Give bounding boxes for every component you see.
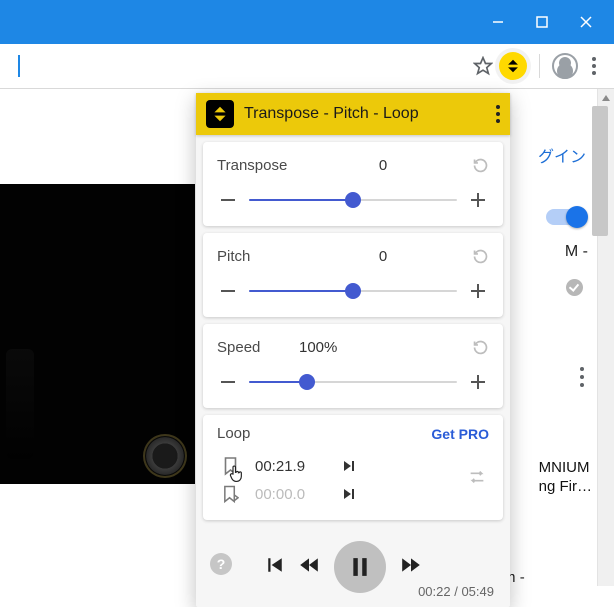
- get-pro-link[interactable]: Get PRO: [431, 426, 489, 442]
- popup-menu-icon[interactable]: [496, 105, 500, 123]
- pitch-increase-button[interactable]: [467, 281, 489, 301]
- help-button[interactable]: ?: [210, 553, 232, 575]
- pitch-reset-button[interactable]: [471, 248, 489, 265]
- page-scrollbar[interactable]: [597, 89, 614, 586]
- pitch-value: 0: [295, 248, 471, 265]
- recommendation-title[interactable]: MNIUM ng Fir…: [539, 459, 592, 497]
- play-pause-button[interactable]: [334, 541, 386, 593]
- recommendation-text-fragment: M -: [565, 243, 588, 261]
- loop-start-time[interactable]: 00:21.9: [255, 458, 327, 475]
- window-maximize-button[interactable]: [520, 0, 564, 44]
- loop-label: Loop: [217, 425, 250, 442]
- speed-panel: Speed 100%: [203, 324, 503, 408]
- verified-badge-icon: [566, 279, 583, 296]
- fast-forward-button[interactable]: [400, 556, 422, 579]
- transport-bar: ? 00:22 / 05:49: [196, 527, 510, 607]
- speed-increase-button[interactable]: [467, 372, 489, 392]
- transpose-extension-icon[interactable]: [499, 52, 527, 80]
- speed-slider[interactable]: [249, 372, 457, 392]
- loop-end-time[interactable]: 00:00.0: [255, 486, 327, 503]
- video-content-figure: [6, 349, 34, 459]
- popup-title: Transpose - Pitch - Loop: [244, 105, 486, 123]
- recommendation-more-icon[interactable]: [580, 367, 584, 387]
- address-bar-edge[interactable]: [12, 55, 20, 77]
- speed-decrease-button[interactable]: [217, 372, 239, 392]
- loop-panel: Loop Get PRO 00:21.9 00:00.0: [203, 415, 503, 520]
- bookmark-star-icon[interactable]: [473, 56, 493, 76]
- popup-header: Transpose - Pitch - Loop: [196, 93, 510, 135]
- window-titlebar: [0, 0, 614, 44]
- transpose-value: 0: [295, 157, 471, 174]
- speed-value: 100%: [295, 339, 471, 356]
- autoplay-toggle[interactable]: [546, 209, 584, 225]
- recommendation-title-line2: ng Fir…: [539, 478, 592, 497]
- pitch-panel: Pitch 0: [203, 233, 503, 317]
- loop-end-bookmark-icon[interactable]: [217, 484, 243, 504]
- recommendation-title-line1: MNIUM: [539, 459, 592, 478]
- current-time: 00:22: [418, 584, 451, 599]
- scrollbar-thumb[interactable]: [592, 106, 608, 236]
- rewind-button[interactable]: [298, 556, 320, 579]
- browser-toolbar: [0, 44, 614, 89]
- profile-avatar-icon[interactable]: [552, 53, 578, 79]
- transpose-panel: Transpose 0: [203, 142, 503, 226]
- pitch-slider[interactable]: [249, 281, 457, 301]
- popup-logo-icon: [206, 100, 234, 128]
- window-close-button[interactable]: [564, 0, 608, 44]
- total-time: 05:49: [461, 584, 494, 599]
- pitch-label: Pitch: [217, 248, 295, 265]
- extension-popup: Transpose - Pitch - Loop Transpose 0 Pit…: [196, 93, 510, 607]
- video-watermark-icon: [143, 434, 187, 478]
- loop-repeat-icon[interactable]: [467, 469, 489, 490]
- transpose-reset-button[interactable]: [471, 157, 489, 174]
- toolbar-separator: [539, 54, 540, 78]
- browser-menu-icon[interactable]: [584, 57, 604, 75]
- skip-previous-button[interactable]: [266, 556, 284, 579]
- transpose-slider[interactable]: [249, 190, 457, 210]
- pitch-decrease-button[interactable]: [217, 281, 239, 301]
- login-link[interactable]: グイン: [538, 143, 586, 167]
- loop-start-skip-button[interactable]: [339, 459, 359, 473]
- transpose-decrease-button[interactable]: [217, 190, 239, 210]
- loop-end-row: 00:00.0: [217, 480, 489, 508]
- speed-label: Speed: [217, 339, 295, 356]
- transpose-label: Transpose: [217, 157, 295, 174]
- video-player[interactable]: [0, 184, 195, 484]
- timecode-display: 00:22 / 05:49: [418, 584, 494, 599]
- window-minimize-button[interactable]: [476, 0, 520, 44]
- cursor-hand-icon: [227, 464, 244, 484]
- loop-start-bookmark-icon[interactable]: [217, 456, 243, 476]
- scrollbar-up-arrow[interactable]: [598, 89, 614, 106]
- transpose-increase-button[interactable]: [467, 190, 489, 210]
- loop-start-row: 00:21.9: [217, 452, 489, 480]
- loop-end-skip-button[interactable]: [339, 487, 359, 501]
- speed-reset-button[interactable]: [471, 339, 489, 356]
